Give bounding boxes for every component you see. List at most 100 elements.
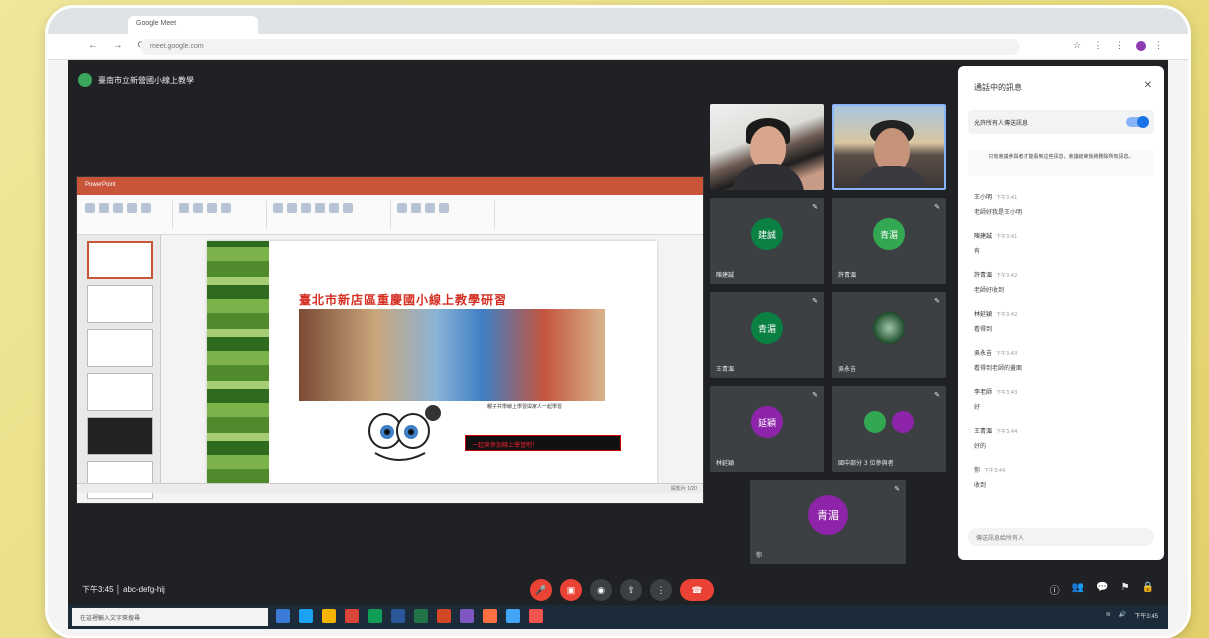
chrome-icon[interactable] (345, 609, 359, 623)
slide-thumbnail[interactable] (87, 417, 153, 455)
ppt-ribbon[interactable] (77, 195, 703, 235)
participant-tile[interactable]: ✎ 吳永吉 (832, 292, 946, 378)
cartoon-character-icon (368, 405, 441, 461)
mic-off-icon: ✎ (812, 204, 818, 211)
participant-tile[interactable]: ✎ 青湄 王青湄 (710, 292, 824, 378)
powerpoint-icon[interactable] (437, 609, 451, 623)
edge-icon[interactable] (299, 609, 313, 623)
teams-icon[interactable] (460, 609, 474, 623)
ribbon-group-clipboard[interactable] (83, 201, 173, 229)
slide-thumbnail[interactable] (87, 329, 153, 367)
ribbon-group-slides[interactable] (177, 201, 267, 229)
group-avatar-purple (891, 411, 914, 434)
store-icon[interactable] (368, 609, 382, 623)
word-icon[interactable] (391, 609, 405, 623)
participant-tile-video-active[interactable] (832, 104, 946, 190)
volume-icon[interactable]: 🔊 (1119, 611, 1126, 620)
address-bar[interactable]: meet.google.com (140, 39, 1020, 55)
slide-thumbnail[interactable] (87, 241, 153, 279)
activities-icon[interactable]: ⚑ (1121, 582, 1130, 597)
call-controls: 🎤 ▣ ◉ ⇧ ⋮ ☎ (530, 579, 714, 601)
browser-tab[interactable]: Google Meet (128, 16, 258, 34)
close-icon[interactable]: ✕ (1144, 80, 1152, 91)
chat-message-input[interactable]: 傳送訊息給所有人 (968, 528, 1154, 546)
app-icon[interactable] (506, 609, 520, 623)
ribbon-group-font[interactable] (271, 201, 391, 229)
chat-sender: 你 (974, 467, 981, 474)
taskbar-search-input[interactable]: 在這裡輸入文字來搜尋 (72, 608, 268, 626)
chat-sender: 李老師 (974, 389, 993, 396)
meeting-time: 下午3:45 (82, 585, 114, 594)
windows-taskbar: 在這裡輸入文字來搜尋 ≋ 🔊 下午3:45 (68, 605, 1168, 629)
chat-text: 好 (974, 404, 981, 411)
participant-name: 王青湄 (716, 366, 735, 373)
slide-family-photo (299, 309, 605, 401)
chat-message-list: 王小明 下午3:41 老師好我是王小明 陳建誠 下午3:41 有 許青湄 下午3:42… (974, 184, 1150, 496)
self-avatar: 青湄 (808, 495, 848, 536)
captions-button[interactable]: ◉ (590, 579, 612, 601)
present-button[interactable]: ⇧ (620, 579, 642, 601)
group-avatar-green (864, 411, 887, 434)
wifi-icon[interactable]: ≋ (1106, 611, 1111, 620)
chat-text: 看得到 (974, 326, 993, 333)
participant-name: 許青湄 (838, 272, 857, 279)
ribbon-group-paragraph[interactable] (395, 201, 495, 229)
chat-sender: 吳永吉 (974, 350, 993, 357)
chat-message: 林延穎 下午3:42 看得到 (974, 301, 1150, 340)
monitor-frame: Google Meet ← → ⟳ meet.google.com ☆ ⋮ ⋮ … (48, 8, 1188, 636)
chat-text: 好的 (974, 443, 987, 450)
lock-icon[interactable]: 🔒 (1142, 582, 1154, 597)
mic-off-icon: ✎ (934, 204, 940, 211)
mic-off-icon: ✎ (934, 298, 940, 305)
meet-window: 臺南市立新營國小線上教學 PowerPoint 臺北市新店區重慶國小線上教學研習… (68, 60, 1168, 605)
leave-call-button[interactable]: ☎ (680, 579, 714, 601)
slide-thumbnail[interactable] (87, 461, 153, 499)
self-tile[interactable]: ✎ 青湄 你 (750, 480, 906, 564)
chat-sender: 林延穎 (974, 311, 993, 318)
camera-off-button[interactable]: ▣ (560, 579, 582, 601)
chat-text: 看得到老師的畫面 (974, 365, 1023, 372)
participant-tile[interactable]: ✎ 青湄 許青湄 (832, 198, 946, 284)
slide-thumbnail[interactable] (87, 373, 153, 411)
info-icon[interactable]: ⓘ (1050, 582, 1060, 597)
app-icon[interactable] (529, 609, 543, 623)
mic-off-icon: ✎ (812, 298, 818, 305)
chat-icon[interactable]: 💬 (1096, 582, 1108, 597)
meeting-title: 臺南市立新營國小線上教學 (98, 75, 194, 85)
profile-avatar[interactable] (1136, 40, 1147, 51)
app-icon[interactable] (483, 609, 497, 623)
participant-group-tile[interactable]: ✎ 國中部分 3 位參與者 (832, 386, 946, 472)
taskbar-clock[interactable]: 下午3:45 (1134, 611, 1158, 620)
mic-off-icon: ✎ (812, 392, 818, 399)
more-options-button[interactable]: ⋮ (650, 579, 672, 601)
people-icon[interactable]: 👥 (1072, 582, 1084, 597)
ppt-status-bar: 投影片 1/20 (77, 483, 703, 493)
slide-title: 臺北市新店區重慶國小線上教學研習 (299, 293, 508, 307)
participant-name: 吳永吉 (838, 366, 857, 373)
chat-message: 李老師 下午3:43 好 (974, 379, 1150, 418)
chat-time: 下午3:43 (996, 351, 1018, 357)
allow-messages-row: 允許所有人傳送訊息 (968, 110, 1154, 134)
meeting-tools: ⓘ 👥 💬 ⚑ 🔒 (1050, 582, 1154, 597)
chat-message: 陳建誠 下午3:41 有 (974, 223, 1150, 262)
participant-tile[interactable]: ✎ 延穎 林延穎 (710, 386, 824, 472)
task-view-icon[interactable] (276, 609, 290, 623)
chat-sender: 王小明 (974, 194, 993, 201)
chat-time: 下午3:44 (996, 429, 1018, 435)
slide-green-decoration (207, 241, 269, 485)
participant-tile-video[interactable] (710, 104, 824, 190)
chat-time: 下午3:42 (996, 312, 1018, 318)
chat-time: 下午3:41 (996, 195, 1018, 201)
chat-message: 王小明 下午3:41 老師好我是王小明 (974, 184, 1150, 223)
allow-messages-label: 允許所有人傳送訊息 (974, 120, 1029, 127)
browser-extension-icons[interactable]: ☆ ⋮ ⋮ ⋮ (1073, 40, 1168, 51)
participant-tile[interactable]: ✎ 建誠 陳建誠 (710, 198, 824, 284)
excel-icon[interactable] (414, 609, 428, 623)
mic-off-button[interactable]: 🎤 (530, 579, 552, 601)
chat-text: 收到 (974, 482, 987, 489)
file-explorer-icon[interactable] (322, 609, 336, 623)
chat-panel-title: 通話中的訊息 (974, 83, 1022, 92)
allow-messages-toggle[interactable] (1126, 116, 1149, 128)
slide-thumbnail[interactable] (87, 285, 153, 323)
chat-sender: 王青湄 (974, 428, 993, 435)
